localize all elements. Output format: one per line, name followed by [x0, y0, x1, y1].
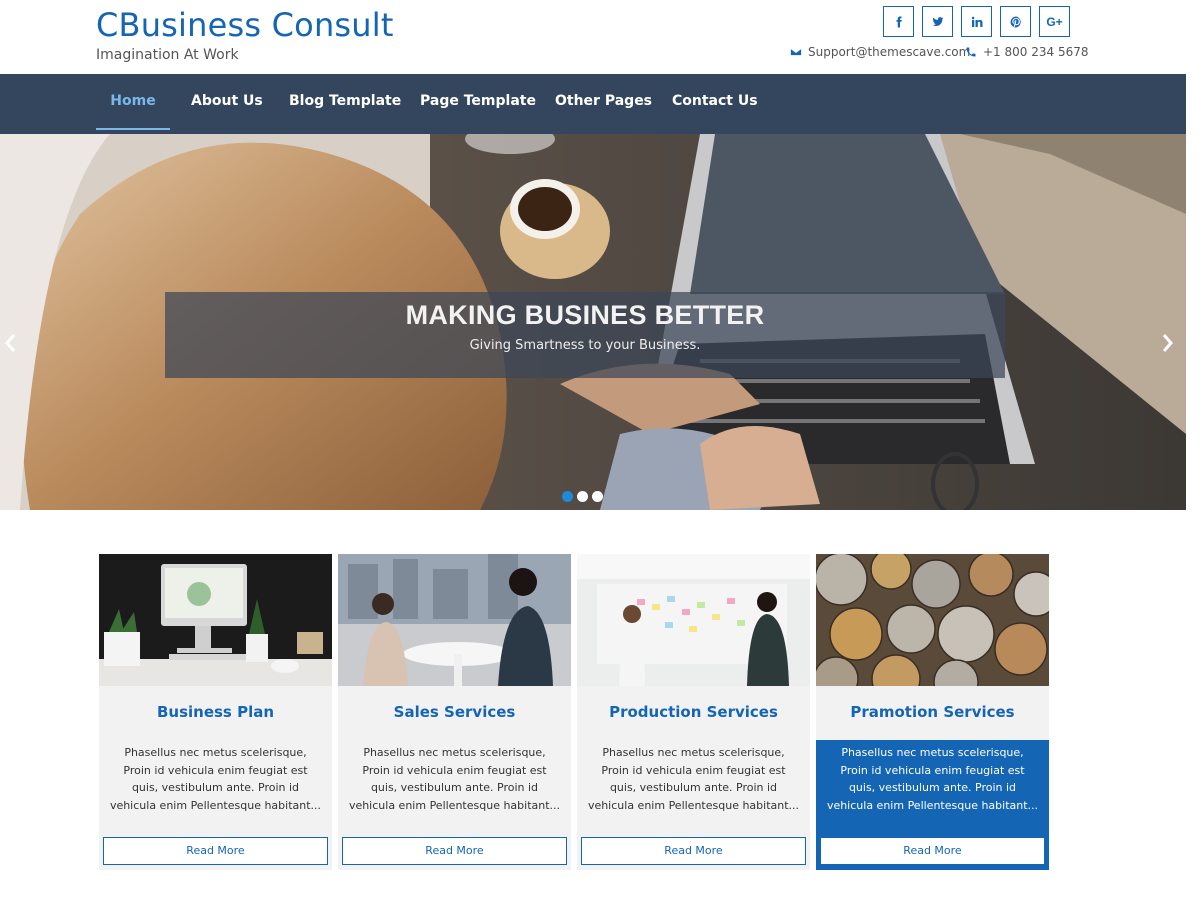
service-description: Phasellus nec metus scelerisque, Proin i…: [109, 746, 322, 812]
read-more-button[interactable]: Read More: [103, 837, 328, 865]
nav-item-other-pages[interactable]: Other Pages: [555, 74, 652, 130]
facebook-button[interactable]: [883, 6, 914, 37]
whiteboard-image: [577, 554, 810, 686]
slider-dots: [562, 491, 603, 502]
contact-email-text: Support@themescave.com: [808, 45, 971, 59]
coins-image: [816, 554, 1049, 686]
computer-desk-image: [99, 554, 332, 686]
site-title-link[interactable]: CBusiness Consult: [96, 6, 394, 44]
envelope-icon: [790, 48, 802, 56]
chevron-left-icon: [5, 334, 16, 352]
slider-dot-3[interactable]: [592, 491, 603, 502]
phone-icon: [966, 47, 976, 57]
nav-item-about-us[interactable]: About Us: [191, 74, 263, 130]
service-description: Phasellus nec metus scelerisque, Proin i…: [587, 746, 800, 812]
service-card-sales-services: Sales Services Phasellus nec metus scele…: [338, 554, 571, 870]
nav-item-contact-us[interactable]: Contact Us: [672, 74, 758, 130]
site-header: CBusiness Consult Imagination At Work G+…: [0, 0, 1200, 74]
slider-prev-button[interactable]: [0, 330, 20, 356]
google-plus-button[interactable]: G+: [1039, 6, 1070, 37]
service-image-production-services: [577, 554, 810, 686]
read-more-button[interactable]: Read More: [581, 837, 806, 865]
linkedin-icon: [971, 16, 982, 27]
service-card-pramotion-services: Pramotion Services Phasellus nec metus s…: [816, 554, 1049, 870]
contact-phone[interactable]: +1 800 234 5678: [965, 45, 1088, 59]
linkedin-button[interactable]: [961, 6, 992, 37]
read-more-button[interactable]: Read More: [820, 837, 1045, 865]
service-description: Phasellus nec metus scelerisque, Proin i…: [348, 746, 561, 812]
slider-dot-2[interactable]: [577, 491, 588, 502]
nav-item-page-template[interactable]: Page Template: [420, 74, 536, 130]
service-title: Sales Services: [393, 703, 516, 721]
chevron-right-icon: [1162, 334, 1173, 352]
service-title: Pramotion Services: [850, 703, 1015, 721]
meeting-image: [338, 554, 571, 686]
service-image-pramotion-services: [816, 554, 1049, 686]
service-description: Phasellus nec metus scelerisque, Proin i…: [816, 740, 1049, 830]
nav-item-home[interactable]: Home: [96, 74, 170, 130]
hero-subtitle: Giving Smartness to your Business.: [469, 338, 701, 353]
main-navigation: Home About Us Blog Template Page Templat…: [0, 74, 1186, 134]
twitter-icon: [932, 16, 943, 26]
facebook-icon: [896, 16, 902, 27]
contact-phone-text: +1 800 234 5678: [983, 45, 1089, 59]
nav-item-blog-template[interactable]: Blog Template: [289, 74, 401, 130]
google-plus-icon: G+: [1046, 14, 1063, 29]
slider-next-button[interactable]: [1158, 330, 1178, 356]
hero-caption: MAKING BUSINES BETTER Giving Smartness t…: [165, 292, 1005, 378]
hero-slider: MAKING BUSINES BETTER Giving Smartness t…: [0, 134, 1186, 510]
pinterest-button[interactable]: [1000, 6, 1031, 37]
pinterest-icon: [1010, 16, 1021, 28]
social-links: G+: [883, 6, 1070, 37]
read-more-button[interactable]: Read More: [342, 837, 567, 865]
twitter-button[interactable]: [922, 6, 953, 37]
service-title: Production Services: [609, 703, 778, 721]
service-image-business-plan: [99, 554, 332, 686]
site-tagline: Imagination At Work: [96, 47, 239, 63]
service-card-production-services: Production Services Phasellus nec metus …: [577, 554, 810, 870]
contact-email[interactable]: Support@themescave.com: [790, 45, 970, 59]
slider-dot-1[interactable]: [562, 491, 573, 502]
service-image-sales-services: [338, 554, 571, 686]
service-title: Business Plan: [156, 703, 275, 721]
service-card-business-plan: Business Plan Phasellus nec metus sceler…: [99, 554, 332, 870]
hero-title: MAKING BUSINES BETTER: [405, 300, 765, 330]
